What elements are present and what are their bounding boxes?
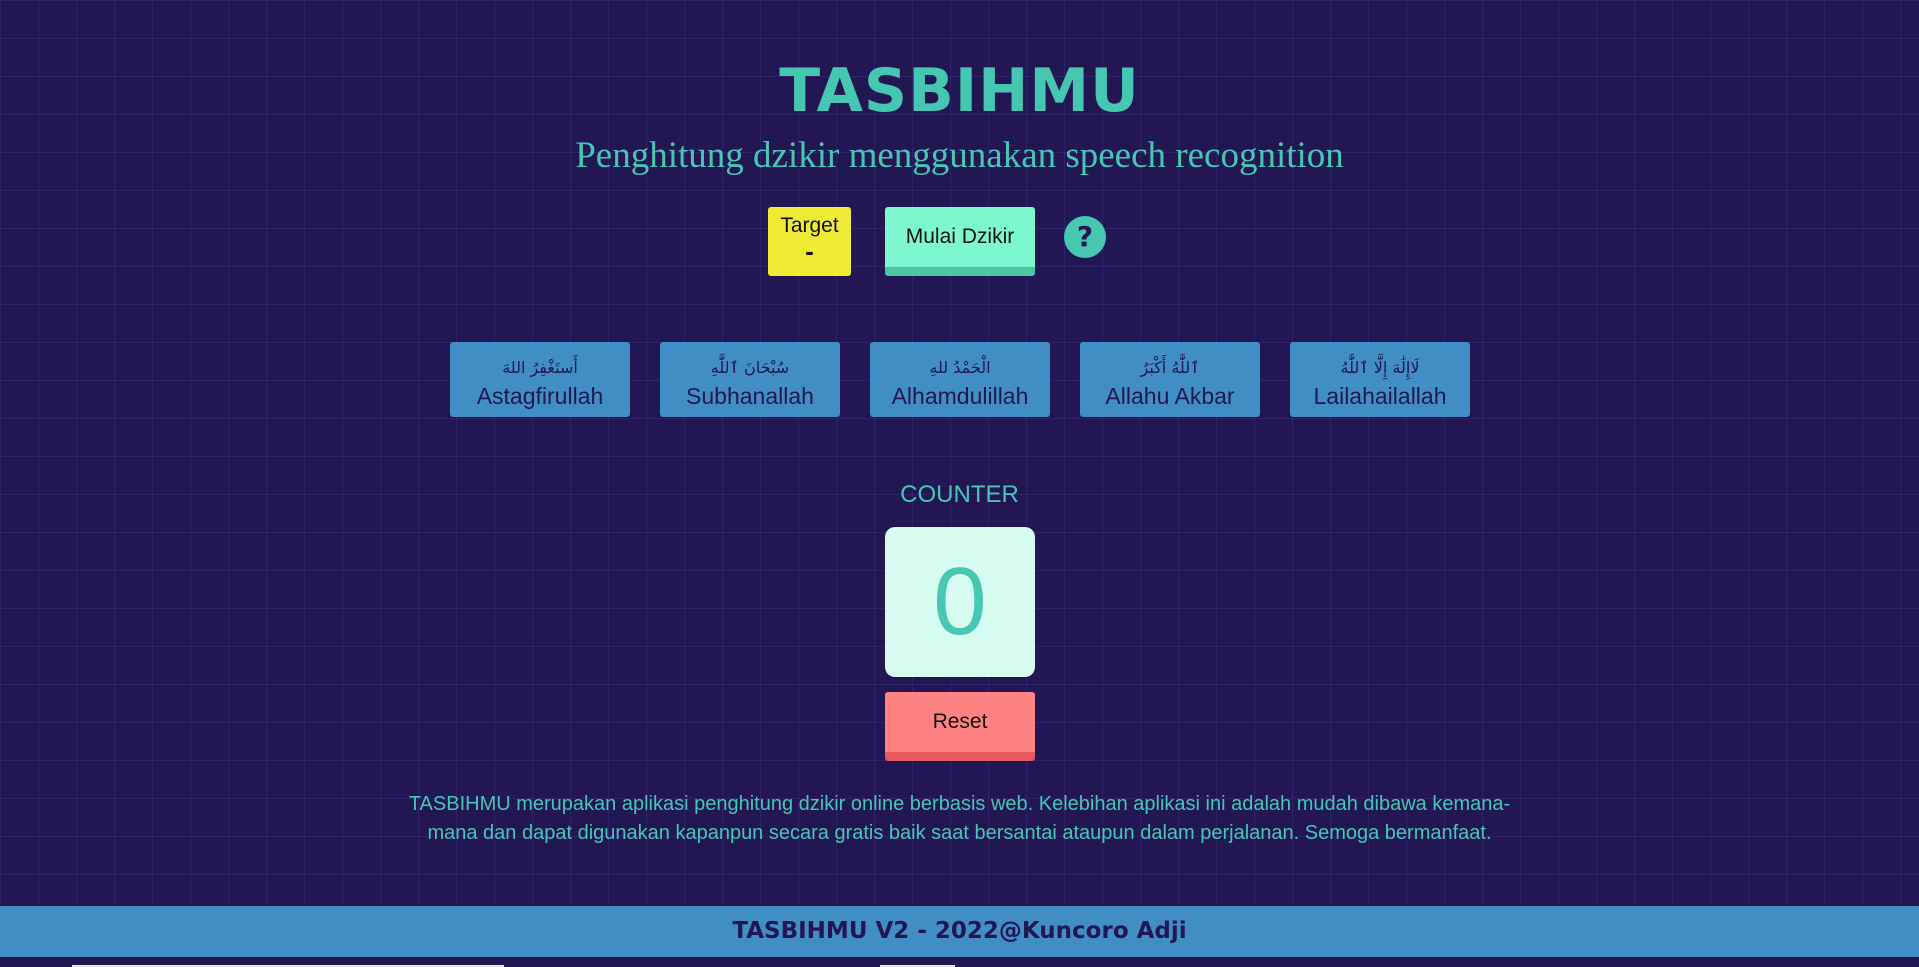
counter-value: 0 <box>885 527 1035 677</box>
dzikir-latin-text: Allahu Akbar <box>1105 382 1235 409</box>
dzikir-arabic-text: الْحَمْدُ للهِ <box>929 357 991 377</box>
dzikir-button-allahu-akbar[interactable]: ٱللَّٰهُ أَكْبَرُ Allahu Akbar <box>1080 342 1260 417</box>
dzikir-latin-text: Alhamdulillah <box>891 382 1029 409</box>
app-description: TASBIHMU merupakan aplikasi penghitung d… <box>408 793 1511 844</box>
bottom-strip <box>0 957 1919 967</box>
reset-button[interactable]: Reset <box>885 692 1035 761</box>
app-title: TASBIHMU <box>779 56 1140 126</box>
dzikir-latin-text: Astagfirullah <box>476 382 604 409</box>
dzikir-button-astagfirullah[interactable]: أَستَغْفِرُ اللهَ Astagfirullah <box>450 342 630 417</box>
dzikir-button-alhamdulillah[interactable]: الْحَمْدُ للهِ Alhamdulillah <box>870 342 1050 417</box>
footer: TASBIHMU V2 - 2022@Kuncoro Adji <box>0 906 1919 957</box>
target-label: Target <box>780 214 839 237</box>
dzikir-arabic-text: ٱللَّٰهُ أَكْبَرُ <box>1140 357 1200 377</box>
target-value: - <box>805 236 814 266</box>
help-icon[interactable]: ? <box>1064 216 1106 258</box>
dzikir-button-lailahailallah[interactable]: لَاإِلَٰهَ إِلَّا ٱللَّٰهُ Lailahailalla… <box>1290 342 1470 417</box>
dzikir-latin-text: Subhanallah <box>686 382 814 409</box>
start-dzikir-button[interactable]: Mulai Dzikir <box>885 207 1035 276</box>
dzikir-arabic-text: سُبْحَانَ ٱللَّٰهِ <box>710 357 790 377</box>
dzikir-arabic-text: لَاإِلَٰهَ إِلَّا ٱللَّٰهُ <box>1340 357 1420 377</box>
dzikir-button-subhanallah[interactable]: سُبْحَانَ ٱللَّٰهِ Subhanallah <box>660 342 840 417</box>
dzikir-latin-text: Lailahailallah <box>1313 382 1447 409</box>
dzikir-arabic-text: أَستَغْفِرُ اللهَ <box>502 357 578 377</box>
counter-label: COUNTER <box>900 481 1019 508</box>
footer-text: TASBIHMU V2 - 2022@Kuncoro Adji <box>732 918 1187 944</box>
app-subtitle: Penghitung dzikir menggunakan speech rec… <box>575 135 1344 176</box>
target-display[interactable]: Target - <box>768 207 851 276</box>
